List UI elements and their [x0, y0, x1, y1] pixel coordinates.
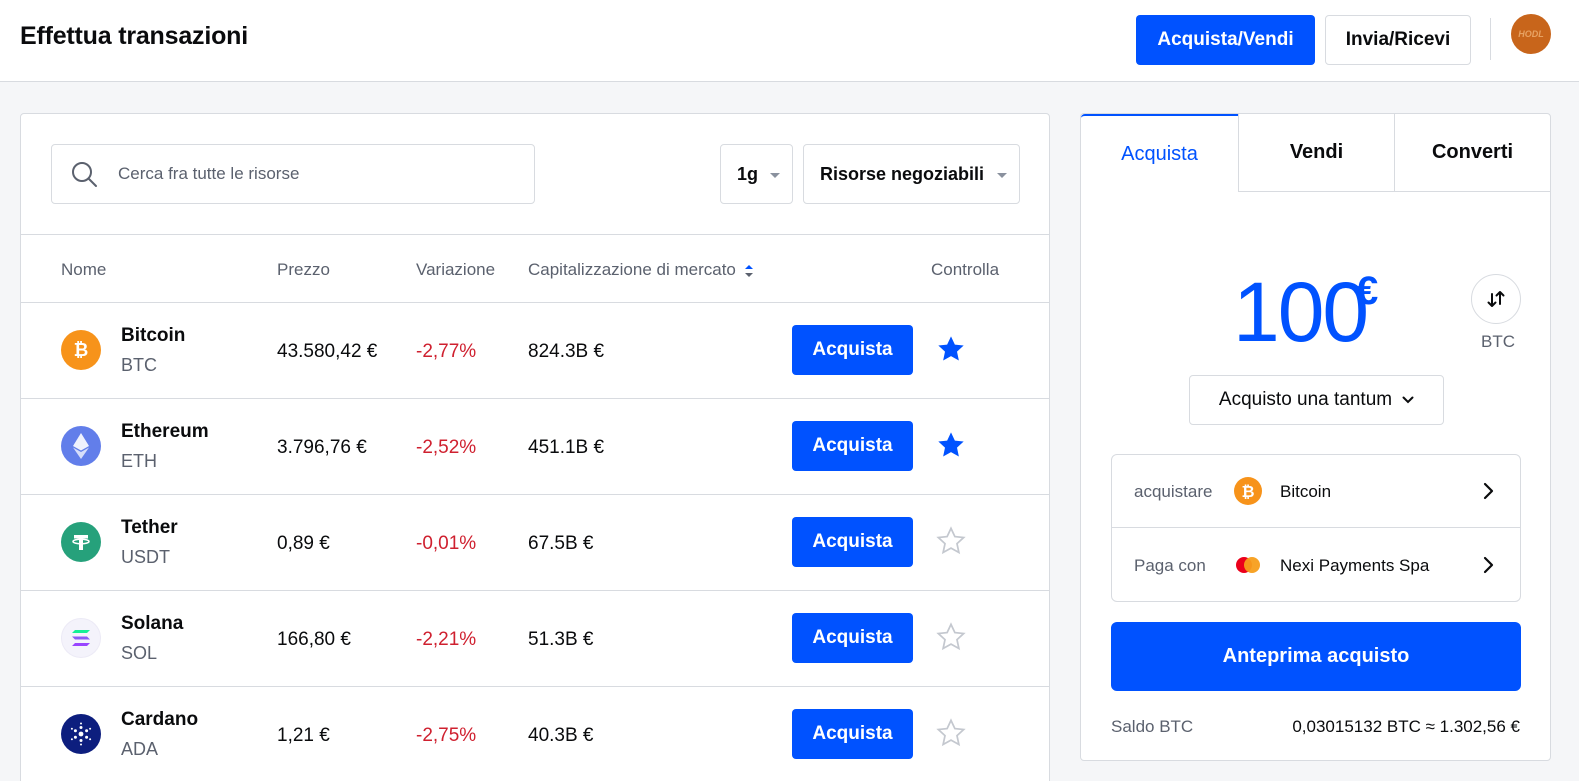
buy-button[interactable]: Acquista — [792, 421, 913, 471]
asset-change: -2,21% — [416, 629, 477, 650]
buy-button[interactable]: Acquista — [792, 709, 913, 759]
column-header-name[interactable]: Nome — [61, 260, 106, 280]
avatar[interactable]: HODL — [1511, 14, 1551, 54]
amount-input[interactable]: 100 — [1233, 264, 1369, 360]
asset-price: 3.796,76 € — [277, 437, 367, 458]
asset-name: Ethereum — [121, 421, 209, 442]
asset-market-cap: 67.5B € — [528, 533, 594, 554]
payment-method-value: Nexi Payments Spa — [1280, 556, 1430, 575]
table-row[interactable]: ₿ Bitcoin BTC 43.580,42 € -2,77% 824.3B … — [21, 303, 1049, 399]
tether-icon — [61, 522, 101, 562]
asset-name: Cardano — [121, 709, 199, 730]
buy-button[interactable]: Acquista — [792, 613, 913, 663]
asset-symbol: ETH — [121, 451, 157, 471]
asset-name: Solana — [121, 613, 184, 634]
asset-symbol: USDT — [121, 547, 170, 567]
column-header-market-cap-label: Capitalizzazione di mercato — [528, 260, 736, 279]
asset-change: -2,75% — [416, 725, 477, 746]
search-box[interactable] — [51, 144, 535, 204]
buy-sell-button[interactable]: Acquista/Vendi — [1136, 15, 1315, 65]
frequency-select-value: Acquisto una tantum — [1218, 389, 1393, 410]
period-select-value: 1g — [737, 163, 759, 184]
assets-filter-value: Risorse negoziabili — [820, 163, 985, 184]
swap-currency-button[interactable] — [1471, 274, 1521, 324]
star-filled-icon[interactable] — [935, 429, 967, 461]
column-header-market-cap[interactable]: Capitalizzazione di mercato — [528, 260, 754, 280]
buy-asset-row[interactable]: acquistare ₿ Bitcoin — [1112, 455, 1520, 528]
mastercard-icon — [1236, 557, 1260, 573]
buy-button[interactable]: Acquista — [792, 325, 913, 375]
table-row[interactable]: Ethereum ETH 3.796,76 € -2,52% 451.1B € … — [21, 399, 1049, 495]
asset-change: -2,52% — [416, 437, 477, 458]
asset-name: Tether — [121, 517, 178, 538]
search-icon — [72, 162, 97, 187]
buy-button[interactable]: Acquista — [792, 517, 913, 567]
svg-text:₿: ₿ — [1241, 483, 1254, 501]
balance-value: 0,03015132 BTC ≈ 1.302,56 € — [1292, 717, 1520, 736]
tab-convert[interactable]: Converti — [1394, 114, 1550, 192]
ethereum-icon — [61, 426, 101, 466]
star-outline-icon[interactable] — [935, 621, 967, 653]
table-row[interactable]: Tether USDT 0,89 € -0,01% 67.5B € Acquis… — [21, 495, 1049, 591]
header-divider — [1490, 18, 1491, 60]
column-header-price[interactable]: Prezzo — [277, 260, 330, 280]
cardano-icon — [61, 714, 101, 754]
caret-down-icon — [770, 173, 780, 178]
asset-symbol: ADA — [121, 739, 159, 759]
star-outline-icon[interactable] — [935, 525, 967, 557]
asset-market-cap: 451.1B € — [528, 437, 605, 458]
amount-currency: € — [1356, 269, 1379, 313]
asset-market-cap: 40.3B € — [528, 725, 594, 746]
page-title: Effettua transazioni — [20, 22, 248, 50]
payment-method-row[interactable]: Paga con Nexi Payments Spa — [1112, 529, 1520, 602]
assets-filter-select[interactable]: Risorse negoziabili — [803, 144, 1020, 204]
payment-method-label: Paga con — [1134, 556, 1206, 575]
asset-price: 0,89 € — [277, 533, 330, 554]
bitcoin-icon: ₿ — [61, 330, 101, 370]
balance-label: Saldo BTC — [1111, 717, 1194, 736]
asset-list-panel: 1g Risorse negoziabili Nome Prezzo Varia… — [20, 113, 1050, 781]
star-filled-icon[interactable] — [935, 333, 967, 365]
asset-change: -0,01% — [416, 533, 477, 554]
frequency-select[interactable]: Acquisto una tantum — [1189, 375, 1444, 425]
chevron-right-icon — [1483, 556, 1494, 574]
asset-market-cap: 824.3B € — [528, 341, 605, 362]
asset-name: Bitcoin — [121, 325, 186, 346]
table-row[interactable]: Cardano ADA 1,21 € -2,75% 40.3B € Acquis… — [21, 687, 1049, 781]
solana-icon — [61, 618, 101, 658]
column-header-watch: Controlla — [931, 260, 1000, 279]
chevron-right-icon — [1483, 482, 1494, 500]
asset-price: 1,21 € — [277, 725, 330, 746]
swap-arrows-icon — [1487, 291, 1505, 307]
tab-sell[interactable]: Vendi — [1238, 114, 1394, 192]
asset-symbol: SOL — [121, 643, 158, 663]
star-outline-icon[interactable] — [935, 717, 967, 749]
buy-asset-label: acquistare — [1134, 482, 1213, 501]
asset-price: 166,80 € — [277, 629, 351, 650]
tab-buy[interactable]: Acquista — [1081, 114, 1238, 192]
asset-market-cap: 51.3B € — [528, 629, 594, 650]
table-row[interactable]: Solana SOL 166,80 € -2,21% 51.3B € Acqui… — [21, 591, 1049, 687]
asset-symbol: BTC — [121, 355, 157, 375]
search-input[interactable] — [118, 164, 518, 184]
preview-purchase-button[interactable]: Anteprima acquisto — [1111, 622, 1521, 691]
send-receive-button[interactable]: Invia/Ricevi — [1325, 15, 1471, 65]
chevron-down-icon — [1402, 396, 1414, 404]
column-header-change[interactable]: Variazione — [416, 260, 495, 280]
asset-change: -2,77% — [416, 341, 477, 362]
asset-price: 43.580,42 € — [277, 341, 378, 362]
buy-asset-value: Bitcoin — [1280, 482, 1332, 501]
top-header: Effettua transazioni Acquista/Vendi Invi… — [0, 0, 1579, 82]
caret-down-icon — [997, 173, 1007, 178]
sort-icon — [744, 264, 753, 277]
trade-panel: Acquista Vendi Converti 100 € BTC Acquis… — [1080, 113, 1551, 761]
swap-unit-label: BTC — [1481, 332, 1515, 351]
svg-text:₿: ₿ — [74, 340, 89, 360]
order-details: acquistare ₿ Bitcoin Paga con Nexi Payme… — [1111, 454, 1521, 602]
bitcoin-icon: ₿ — [1234, 477, 1262, 505]
divider — [21, 234, 1049, 235]
period-select[interactable]: 1g — [720, 144, 793, 204]
